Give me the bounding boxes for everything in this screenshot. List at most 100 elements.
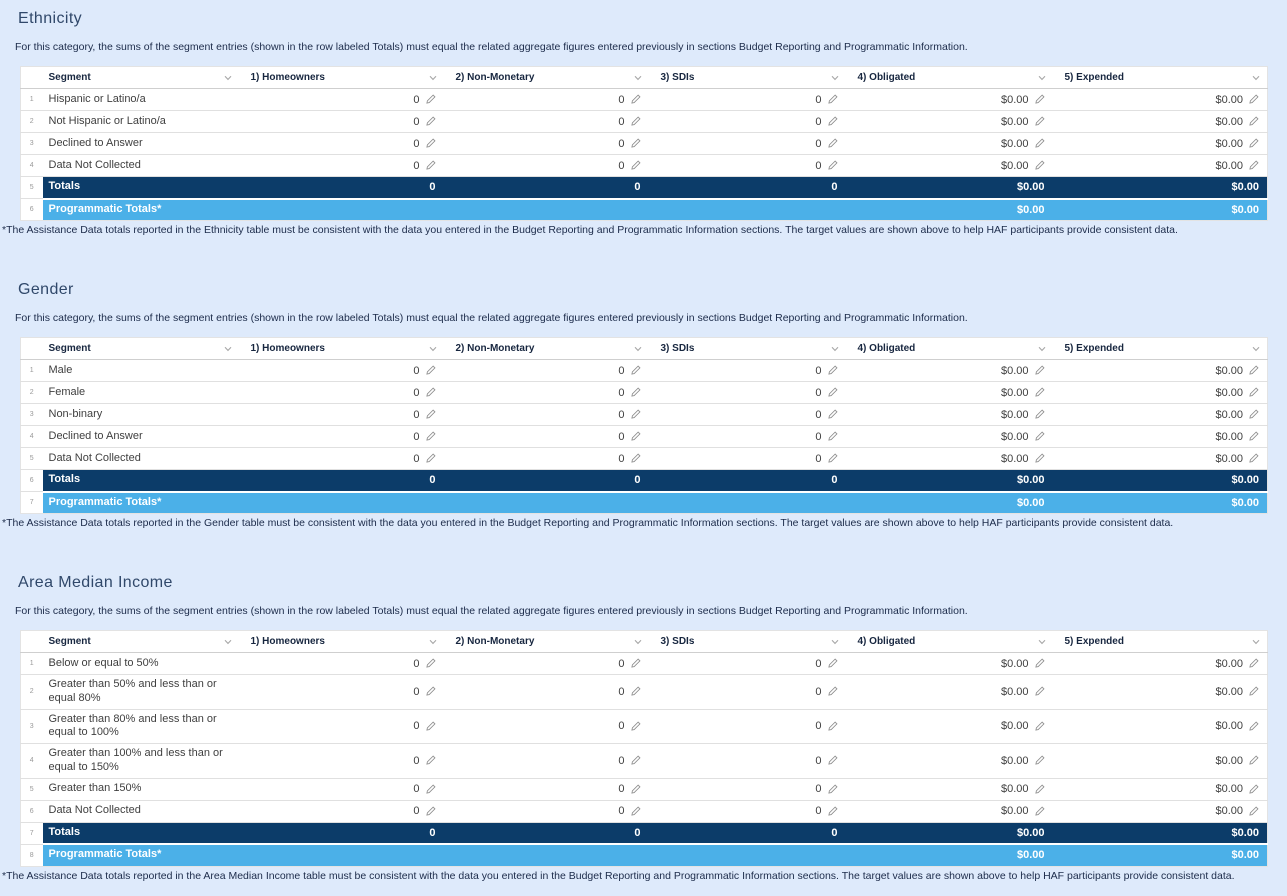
edit-pencil-icon[interactable]	[630, 138, 641, 149]
edit-pencil-icon[interactable]	[630, 658, 641, 669]
edit-pencil-icon[interactable]	[1034, 160, 1045, 171]
chevron-down-icon[interactable]	[428, 73, 438, 83]
edit-pencil-icon[interactable]	[827, 409, 838, 420]
edit-pencil-icon[interactable]	[630, 783, 641, 795]
edit-pencil-icon[interactable]	[630, 755, 641, 766]
edit-pencil-icon[interactable]	[827, 453, 838, 464]
edit-pencil-icon[interactable]	[827, 387, 838, 398]
edit-pencil-icon[interactable]	[1248, 387, 1259, 398]
edit-pencil-icon[interactable]	[630, 116, 641, 127]
edit-pencil-icon[interactable]	[425, 658, 436, 669]
chevron-down-icon[interactable]	[830, 344, 840, 354]
value-cell-sdis: 0	[648, 403, 846, 426]
edit-pencil-icon[interactable]	[1034, 431, 1045, 442]
edit-pencil-icon[interactable]	[827, 805, 838, 817]
chevron-down-icon[interactable]	[830, 637, 840, 647]
chevron-down-icon[interactable]	[1037, 73, 1047, 83]
edit-pencil-icon[interactable]	[1034, 116, 1045, 127]
edit-pencil-icon[interactable]	[425, 387, 436, 398]
chevron-down-icon[interactable]	[1251, 344, 1261, 354]
edit-pencil-icon[interactable]	[630, 94, 641, 105]
value-cell-sdis	[648, 197, 846, 221]
edit-pencil-icon[interactable]	[425, 721, 436, 732]
chevron-down-icon[interactable]	[223, 344, 233, 354]
edit-pencil-icon[interactable]	[827, 431, 838, 442]
edit-pencil-icon[interactable]	[1034, 387, 1045, 398]
segment-cell: Declined to Answer	[42, 132, 239, 155]
edit-pencil-icon[interactable]	[1248, 658, 1259, 669]
edit-pencil-icon[interactable]	[630, 409, 641, 420]
cell-value: 0	[618, 386, 625, 399]
edit-pencil-icon[interactable]	[425, 116, 436, 127]
edit-pencil-icon[interactable]	[630, 453, 641, 464]
edit-pencil-icon[interactable]	[827, 160, 838, 171]
chevron-down-icon[interactable]	[1037, 637, 1047, 647]
chevron-down-icon[interactable]	[428, 637, 438, 647]
chevron-down-icon[interactable]	[633, 637, 643, 647]
cell-value: 0	[413, 657, 420, 670]
edit-pencil-icon[interactable]	[1034, 783, 1045, 795]
edit-pencil-icon[interactable]	[1034, 755, 1045, 766]
edit-pencil-icon[interactable]	[1248, 721, 1259, 732]
chevron-down-icon[interactable]	[223, 637, 233, 647]
edit-pencil-icon[interactable]	[1248, 160, 1259, 171]
edit-pencil-icon[interactable]	[1034, 658, 1045, 669]
value-cell-homeowners: 0	[238, 469, 444, 492]
edit-pencil-icon[interactable]	[827, 755, 838, 766]
edit-pencil-icon[interactable]	[827, 658, 838, 669]
edit-pencil-icon[interactable]	[630, 686, 641, 697]
edit-pencil-icon[interactable]	[1248, 409, 1259, 420]
chevron-down-icon[interactable]	[223, 73, 233, 83]
edit-pencil-icon[interactable]	[630, 721, 641, 732]
edit-pencil-icon[interactable]	[1034, 94, 1045, 105]
edit-pencil-icon[interactable]	[827, 365, 838, 376]
edit-pencil-icon[interactable]	[425, 94, 436, 105]
edit-pencil-icon[interactable]	[630, 365, 641, 376]
edit-pencil-icon[interactable]	[630, 160, 641, 171]
chevron-down-icon[interactable]	[428, 344, 438, 354]
edit-pencil-icon[interactable]	[1034, 138, 1045, 149]
edit-pencil-icon[interactable]	[425, 365, 436, 376]
edit-pencil-icon[interactable]	[1248, 805, 1259, 817]
edit-pencil-icon[interactable]	[630, 431, 641, 442]
edit-pencil-icon[interactable]	[1034, 805, 1045, 817]
edit-pencil-icon[interactable]	[425, 138, 436, 149]
edit-pencil-icon[interactable]	[425, 755, 436, 766]
edit-pencil-icon[interactable]	[425, 686, 436, 697]
edit-pencil-icon[interactable]	[630, 805, 641, 817]
edit-pencil-icon[interactable]	[1248, 783, 1259, 795]
edit-pencil-icon[interactable]	[425, 160, 436, 171]
column-header-obligated: 4) Obligated	[845, 337, 1053, 360]
chevron-down-icon[interactable]	[633, 344, 643, 354]
chevron-down-icon[interactable]	[830, 73, 840, 83]
edit-pencil-icon[interactable]	[425, 783, 436, 795]
edit-pencil-icon[interactable]	[1248, 138, 1259, 149]
edit-pencil-icon[interactable]	[1248, 94, 1259, 105]
edit-pencil-icon[interactable]	[425, 431, 436, 442]
edit-pencil-icon[interactable]	[1248, 365, 1259, 376]
edit-pencil-icon[interactable]	[425, 409, 436, 420]
edit-pencil-icon[interactable]	[1248, 116, 1259, 127]
edit-pencil-icon[interactable]	[1034, 721, 1045, 732]
edit-pencil-icon[interactable]	[1034, 409, 1045, 420]
chevron-down-icon[interactable]	[1251, 637, 1261, 647]
edit-pencil-icon[interactable]	[1248, 755, 1259, 766]
edit-pencil-icon[interactable]	[1248, 431, 1259, 442]
edit-pencil-icon[interactable]	[827, 686, 838, 697]
edit-pencil-icon[interactable]	[1248, 686, 1259, 697]
chevron-down-icon[interactable]	[1251, 73, 1261, 83]
edit-pencil-icon[interactable]	[827, 94, 838, 105]
edit-pencil-icon[interactable]	[1034, 686, 1045, 697]
edit-pencil-icon[interactable]	[827, 783, 838, 795]
chevron-down-icon[interactable]	[1037, 344, 1047, 354]
edit-pencil-icon[interactable]	[1034, 365, 1045, 376]
edit-pencil-icon[interactable]	[827, 116, 838, 127]
edit-pencil-icon[interactable]	[630, 387, 641, 398]
edit-pencil-icon[interactable]	[827, 138, 838, 149]
edit-pencil-icon[interactable]	[827, 721, 838, 732]
chevron-down-icon[interactable]	[633, 73, 643, 83]
edit-pencil-icon[interactable]	[1248, 453, 1259, 464]
edit-pencil-icon[interactable]	[1034, 453, 1045, 464]
edit-pencil-icon[interactable]	[425, 805, 436, 817]
edit-pencil-icon[interactable]	[425, 453, 436, 464]
